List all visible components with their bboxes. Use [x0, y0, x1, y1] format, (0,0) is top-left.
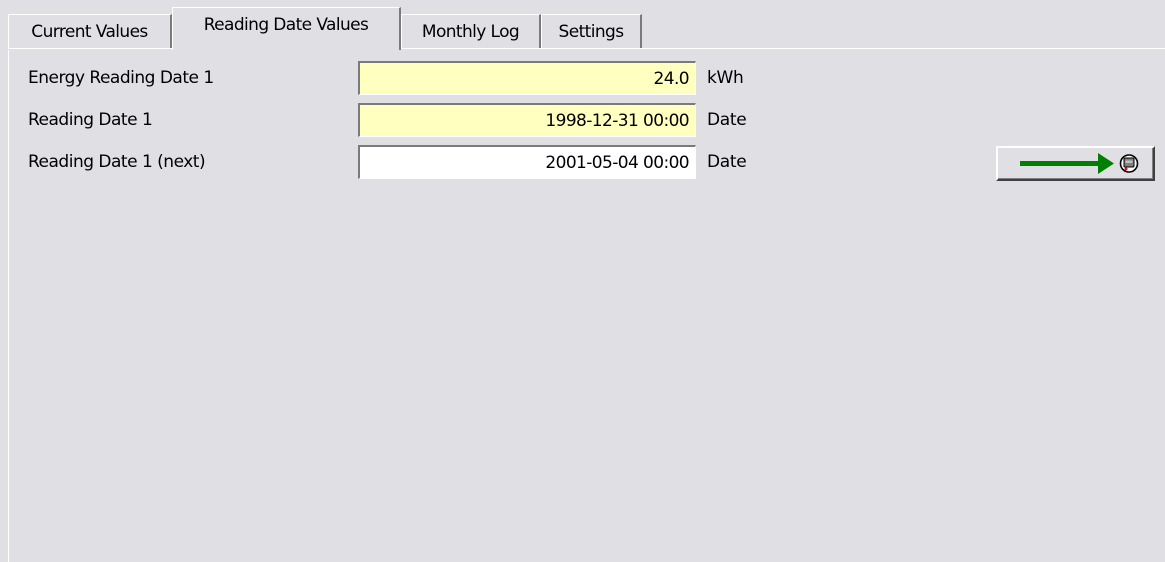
tab-panel-reading-date-values: Energy Reading Date 1 24.0 kWh Reading D… — [8, 50, 1165, 562]
energy-reading-date-field[interactable]: 24.0 — [358, 61, 696, 95]
write-to-meter-button[interactable] — [996, 146, 1155, 181]
tab-reading-date-values[interactable]: Reading Date Values — [172, 7, 401, 50]
tab-monthly-log[interactable]: Monthly Log — [401, 14, 541, 48]
reading-date-row: Reading Date 1 1998-12-31 00:00 Date — [9, 103, 1165, 137]
tab-label: Settings — [558, 21, 625, 42]
energy-reading-date-unit: kWh — [707, 68, 744, 88]
reading-date-label: Reading Date 1 — [28, 110, 153, 130]
tab-settings[interactable]: Settings — [541, 14, 642, 48]
energy-reading-date-label: Energy Reading Date 1 — [28, 68, 214, 88]
tab-label: Current Values — [31, 21, 148, 42]
tab-label: Monthly Log — [421, 21, 520, 42]
reading-date-next-field[interactable]: 2001-05-04 00:00 — [358, 145, 696, 179]
reading-date-next-unit: Date — [707, 152, 747, 172]
reading-date-value: 1998-12-31 00:00 — [545, 110, 689, 131]
reading-date-field[interactable]: 1998-12-31 00:00 — [358, 103, 696, 137]
energy-reading-date-value: 24.0 — [653, 68, 690, 89]
reading-date-next-label: Reading Date 1 (next) — [28, 152, 206, 172]
reading-date-next-value: 2001-05-04 00:00 — [545, 152, 689, 173]
reading-date-next-row: Reading Date 1 (next) 2001-05-04 00:00 D… — [9, 145, 1165, 181]
tab-strip: Current Values Reading Date Values Month… — [8, 0, 1165, 50]
energy-reading-date-row: Energy Reading Date 1 24.0 kWh — [9, 61, 1165, 95]
reading-date-unit: Date — [707, 110, 747, 130]
tab-label: Reading Date Values — [203, 15, 369, 35]
tab-current-values[interactable]: Current Values — [8, 14, 172, 48]
arrow-to-meter-icon — [1020, 153, 1139, 174]
window: Current Values Reading Date Values Month… — [0, 0, 1165, 562]
